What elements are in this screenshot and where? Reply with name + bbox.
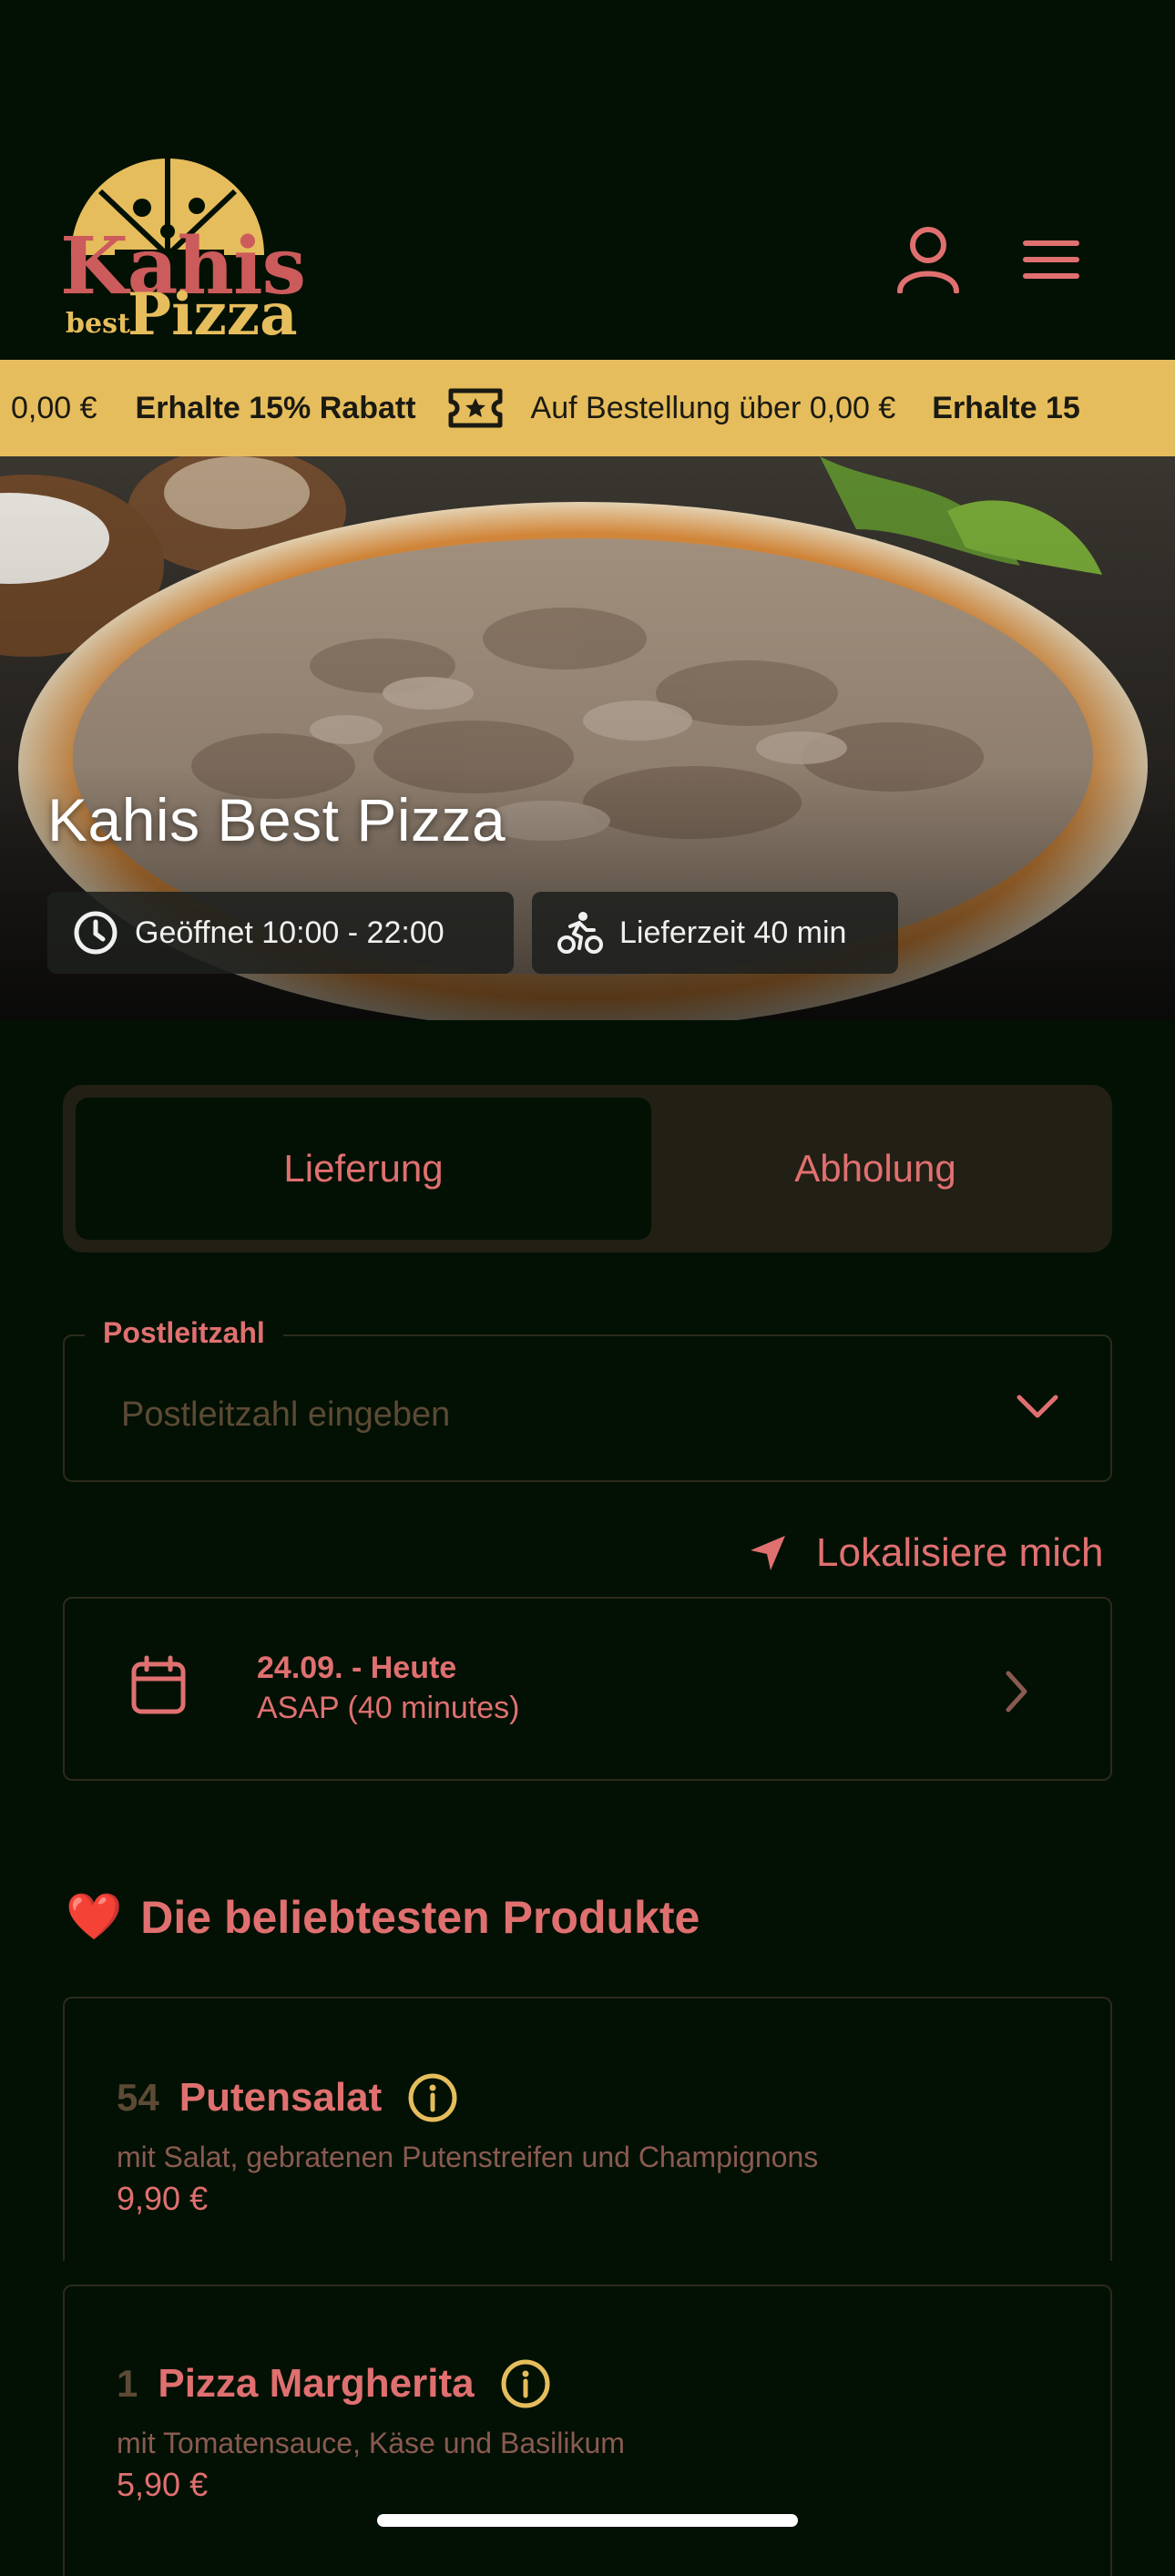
promo-bold-text: Erhalte 15% Rabatt [135,390,416,425]
product-header: 54 Putensalat [117,2072,458,2123]
home-indicator[interactable] [377,2514,798,2527]
account-button[interactable] [896,226,960,298]
opening-hours-chip: Geöffnet 10:00 - 22:00 [47,892,514,974]
locate-me-button[interactable]: Lokalisiere mich [747,1530,1103,1576]
restaurant-title: Kahis Best Pizza [47,786,506,854]
app-header: Kahis best Pizza [0,0,1175,360]
product-description: mit Tomatensauce, Käse und Basilikum [117,2427,625,2459]
info-icon[interactable] [407,2072,458,2123]
delivery-time-option: ASAP (40 minutes) [257,1691,520,1725]
product-price: 9,90 € [117,2180,209,2217]
ticket-icon [447,387,504,429]
product-header: 1 Pizza Margherita [117,2358,551,2409]
location-arrow-icon [751,1536,785,1570]
logo-small-text: best [66,308,130,340]
product-card[interactable] [63,1997,1112,2261]
delivery-date: 24.09. - Heute [257,1651,457,1685]
delivery-time-selector[interactable] [63,1597,1112,1781]
brand-logo[interactable]: Kahis best Pizza [60,155,306,349]
postcode-input[interactable]: Postleitzahl eingeben [121,1395,450,1435]
info-icon[interactable] [500,2358,551,2409]
postcode-label: Postleitzahl [85,1316,283,1350]
order-mode-toggle: Lieferung Abholung [63,1085,1112,1252]
tab-delivery[interactable]: Lieferung [76,1098,651,1240]
product-price: 5,90 € [117,2466,209,2503]
calendar-icon [131,1655,186,1714]
chevron-down-icon[interactable] [1016,1393,1059,1420]
chevron-right-icon [1006,1671,1027,1712]
cyclist-icon [557,910,603,956]
logo-subword: Pizza [128,281,298,349]
hamburger-menu-icon [1023,240,1079,279]
product-description: mit Salat, gebratenen Putenstreifen und … [117,2141,819,2173]
product-name: Pizza Margherita [158,2361,475,2406]
user-icon [897,227,959,294]
promo-text: Auf Bestellung über 0,00 € [530,390,896,425]
promo-banner[interactable]: 0,00 € Erhalte 15% Rabatt Auf Bestellung… [0,360,1175,456]
product-name: Putensalat [179,2075,383,2120]
promo-bold-text-repeat: Erhalte 15 [932,390,1080,425]
delivery-time-text: Lieferzeit 40 min [619,915,847,950]
heart-icon: ❤️ [66,1890,123,1943]
clock-icon [73,910,118,956]
promo-ticker: 0,00 € Erhalte 15% Rabatt Auf Bestellung… [0,360,1080,456]
opening-hours-text: Geöffnet 10:00 - 22:00 [135,915,444,950]
menu-button[interactable] [1020,239,1080,285]
popular-products-title: Die beliebtesten Produkte [140,1891,700,1943]
locate-me-label: Lokalisiere mich [816,1530,1104,1575]
promo-fragment: 0,00 € [11,390,97,425]
tab-pickup[interactable]: Abholung [651,1098,1099,1240]
delivery-time-chip: Lieferzeit 40 min [532,892,898,974]
product-number: 54 [117,2076,159,2119]
product-number: 1 [117,2362,138,2405]
popular-products-heading: ❤️ Die beliebtesten Produkte [66,1890,700,1944]
